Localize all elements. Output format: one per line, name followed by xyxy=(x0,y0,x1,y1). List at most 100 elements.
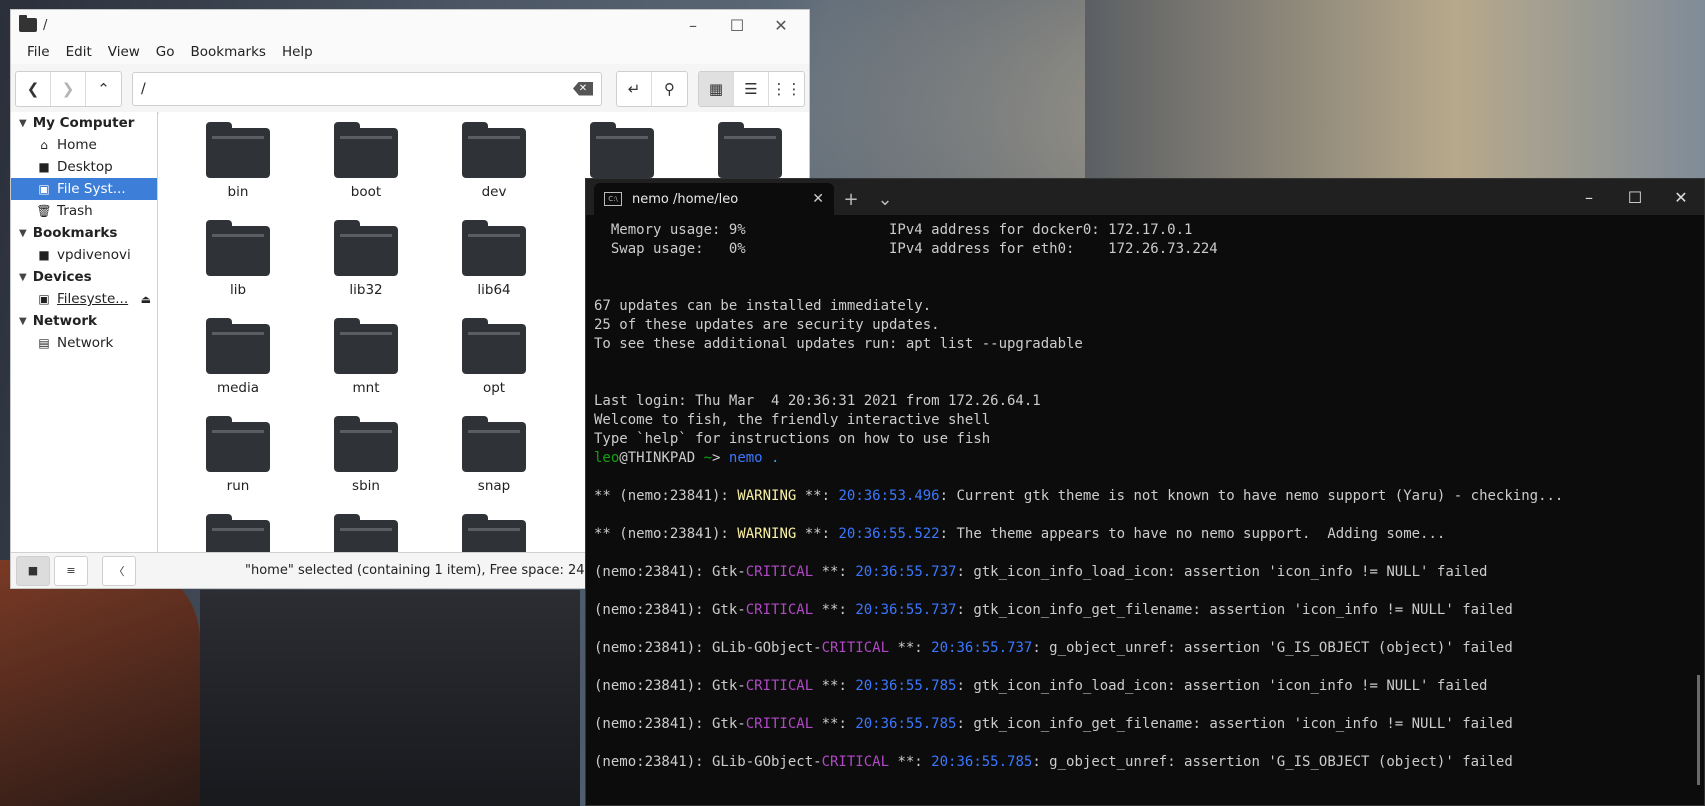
close-button[interactable]: ✕ xyxy=(1658,183,1704,211)
back-button[interactable]: ❮ xyxy=(16,71,51,106)
menu-help[interactable]: Help xyxy=(274,44,321,60)
sidebar-item-network[interactable]: ▤ Network xyxy=(11,332,157,354)
forward-button[interactable]: ❯ xyxy=(51,71,86,106)
terminal-output[interactable]: Memory usage: 9% IPv4 address for docker… xyxy=(586,215,1704,772)
folder-icon xyxy=(462,514,526,553)
terminal-text: CRITICAL xyxy=(745,678,814,694)
tab-close-icon[interactable]: ✕ xyxy=(812,191,824,207)
folder-item[interactable]: sbin xyxy=(302,414,430,512)
terminal-text: WARNING xyxy=(737,488,797,504)
up-button[interactable]: ⌃ xyxy=(86,72,121,106)
clear-icon[interactable]: ✕ xyxy=(573,81,593,96)
terminal-line: (nemo:23841): GLib-GObject-CRITICAL **: … xyxy=(594,753,1704,772)
terminal-text: 20:36:55.785 xyxy=(931,754,1033,770)
terminal-line: 67 updates can be installed immediately. xyxy=(594,297,1704,316)
folder-icon: ■ xyxy=(38,160,50,174)
folder-item[interactable]: mnt xyxy=(302,316,430,414)
folder-item[interactable]: snap xyxy=(430,414,558,512)
compact-view-button[interactable]: ⋮⋮ xyxy=(769,72,804,106)
location-input[interactable]: / xyxy=(141,81,573,97)
terminal-text: CRITICAL xyxy=(821,640,890,656)
sidebar-item-vpdivenovi[interactable]: ■ vpdivenovi xyxy=(11,244,157,266)
folder-label: bin xyxy=(227,184,249,200)
list-view-button[interactable]: ☰ xyxy=(734,71,769,106)
folder-item[interactable]: opt xyxy=(430,316,558,414)
terminal-text: . xyxy=(771,450,780,466)
folder-item[interactable]: lib32 xyxy=(302,218,430,316)
terminal-text: **: xyxy=(796,488,839,504)
folder-item[interactable] xyxy=(174,512,302,553)
minimize-button[interactable]: – xyxy=(673,11,713,39)
folder-item[interactable]: run xyxy=(174,414,302,512)
terminal-line: Last login: Thu Mar 4 20:36:31 2021 from… xyxy=(594,392,1704,411)
expander-icon[interactable]: ▼ xyxy=(19,272,27,283)
drive-icon: ▣ xyxy=(38,292,50,306)
minimize-button[interactable]: – xyxy=(1566,183,1612,211)
expander-icon[interactable]: ▼ xyxy=(19,316,27,327)
terminal-line: (nemo:23841): Gtk-CRITICAL **: 20:36:55.… xyxy=(594,677,1704,696)
terminal-text: : gtk_icon_info_load_icon: assertion 'ic… xyxy=(956,678,1488,694)
menu-go[interactable]: Go xyxy=(148,44,183,60)
sidebar-header-network[interactable]: ▼ Network xyxy=(11,310,157,332)
menu-bookmarks[interactable]: Bookmarks xyxy=(183,44,274,60)
sidebar-item-filesystem-device[interactable]: ▣ Filesyste... ⏏ xyxy=(11,288,157,310)
close-button[interactable]: ✕ xyxy=(761,11,801,39)
folder-item[interactable]: boot xyxy=(302,120,430,218)
sidebar-item-desktop[interactable]: ■ Desktop xyxy=(11,156,157,178)
dropdown-button[interactable]: ⌄ xyxy=(868,183,902,215)
terminal-scrollbar[interactable] xyxy=(1697,675,1700,785)
sidebar-header-devices[interactable]: ▼ Devices xyxy=(11,266,157,288)
folder-icon xyxy=(206,416,270,472)
file-manager-titlebar[interactable]: / – ☐ ✕ xyxy=(11,10,809,40)
folder-label: media xyxy=(216,380,260,396)
location-bar[interactable]: / ✕ xyxy=(132,71,602,106)
folder-item[interactable]: media xyxy=(174,316,302,414)
toggle-location-button[interactable]: ↵ xyxy=(617,71,652,106)
show-treeview-button[interactable]: ≡ xyxy=(54,555,88,586)
new-tab-button[interactable]: + xyxy=(834,183,868,215)
sidebar-header-bookmarks[interactable]: ▼ Bookmarks xyxy=(11,222,157,244)
status-text: "home" selected (containing 1 item), Fre… xyxy=(245,563,597,578)
folder-item[interactable]: bin xyxy=(174,120,302,218)
sidebar-item-file-system[interactable]: ▣ File Syst... xyxy=(11,178,157,200)
menu-view[interactable]: View xyxy=(100,44,148,60)
menubar: File Edit View Go Bookmarks Help xyxy=(11,40,809,64)
folder-icon xyxy=(206,122,270,178)
menu-edit[interactable]: Edit xyxy=(58,44,100,60)
maximize-button[interactable]: ☐ xyxy=(717,11,757,39)
folder-label: sbin xyxy=(352,478,380,494)
maximize-button[interactable]: ☐ xyxy=(1612,183,1658,211)
icon-view-button[interactable]: ▦ xyxy=(699,71,734,106)
folder-item[interactable] xyxy=(302,512,430,553)
search-button[interactable]: ⚲ xyxy=(652,72,687,106)
terminal-text: Welcome to fish, the friendly interactiv… xyxy=(594,412,991,428)
sidebar-item-trash[interactable]: 🗑 Trash xyxy=(11,200,157,222)
show-places-button[interactable]: ■ xyxy=(16,555,50,586)
expander-icon[interactable]: ▼ xyxy=(19,118,27,129)
folder-item[interactable]: lib64 xyxy=(430,218,558,316)
menu-file[interactable]: File xyxy=(19,44,58,60)
wallpaper-figure xyxy=(0,560,200,806)
terminal-text: 20:36:55.785 xyxy=(855,678,957,694)
drive-icon: ▣ xyxy=(38,182,50,196)
folder-item[interactable] xyxy=(430,512,558,553)
terminal-text: > xyxy=(712,450,729,466)
sidebar-item-home[interactable]: ⌂ Home xyxy=(11,134,157,156)
terminal-text: 20:36:55.785 xyxy=(855,716,957,732)
expander-icon[interactable]: ▼ xyxy=(19,228,27,239)
terminal-text: CRITICAL xyxy=(821,754,890,770)
terminal-tabbar[interactable]: C:\ nemo /home/leo ✕ + ⌄ – ☐ ✕ xyxy=(586,179,1704,215)
sidebar-header-my-computer[interactable]: ▼ My Computer xyxy=(11,112,157,134)
folder-item[interactable]: lib xyxy=(174,218,302,316)
folder-label: lib32 xyxy=(349,282,383,298)
terminal-text: Last login: Thu Mar 4 20:36:31 2021 from… xyxy=(594,393,1041,409)
folder-icon: ■ xyxy=(38,248,50,262)
hide-sidebar-button[interactable]: 〈 xyxy=(102,555,136,586)
folder-icon xyxy=(462,220,526,276)
eject-icon[interactable]: ⏏ xyxy=(141,293,151,306)
terminal-tab[interactable]: C:\ nemo /home/leo ✕ xyxy=(594,183,834,215)
terminal-text: 67 updates can be installed immediately. xyxy=(594,298,932,314)
folder-item[interactable]: dev xyxy=(430,120,558,218)
